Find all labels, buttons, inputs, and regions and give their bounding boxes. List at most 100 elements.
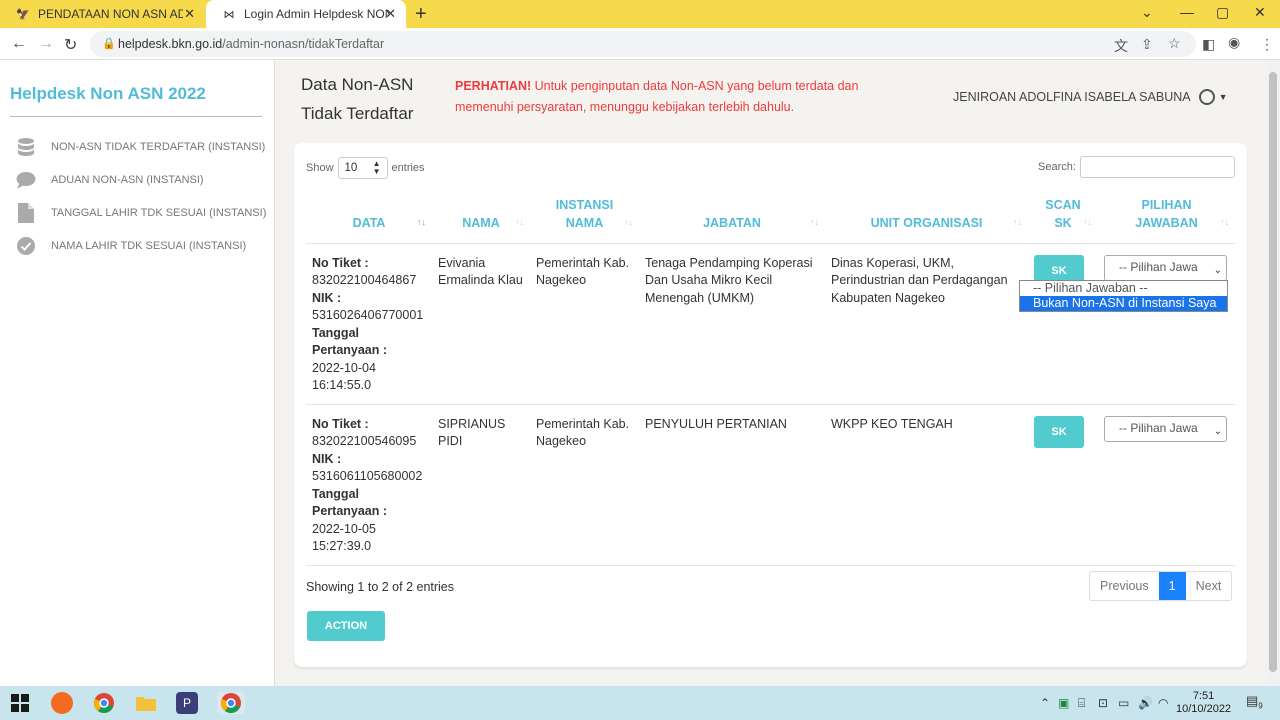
garuda-favicon-icon: 🦅 [16,8,30,21]
battery-icon[interactable]: ▭ [1118,696,1129,710]
column-header-pilihan[interactable]: PILIHAN JAWABAN ↑↓ [1098,193,1235,244]
tray-chevron-up-icon[interactable]: ⌃ [1040,696,1050,710]
scrollbar-thumb[interactable] [1269,72,1277,672]
maximize-icon[interactable]: ▢ [1216,4,1229,21]
divider [10,116,262,117]
close-window-icon[interactable]: ✕ [1254,4,1266,21]
translate-icon[interactable]: 文 [1114,36,1128,56]
sidepanel-icon[interactable]: ◧ [1202,36,1215,53]
tanggal-time: 16:14:55.0 [312,378,372,392]
database-icon [16,137,36,157]
cell-unit: Dinas Koperasi, UKM, Perindustrian dan P… [825,243,1028,405]
cell-data: No Tiket : 832022100546095 NIK : 5316061… [306,404,432,566]
chrome-icon[interactable] [93,692,115,714]
minimize-icon[interactable]: — [1180,4,1194,20]
chevron-down-icon: ⌄ [1213,425,1222,437]
previous-page-button[interactable]: Previous [1090,572,1159,600]
tray-device-icon[interactable]: ⌸ [1078,696,1085,711]
share-icon[interactable]: ⇪ [1141,36,1153,53]
sidebar-item-nama-lahir[interactable]: NAMA LAHIR TDK SESUAI (INSTANSI) [16,236,246,256]
firefox-icon[interactable] [51,692,73,714]
pilihan-jawaban-select[interactable]: -- Pilihan Jawa ⌄ [1104,254,1227,281]
pilihan-jawaban-select[interactable]: -- Pilihan Jawa ⌄ [1104,415,1227,442]
column-header-data[interactable]: DATA ↑↓ [306,193,432,244]
nik-value: 5316061105680002 [312,469,423,483]
tab-title: PENDATAAN NON ASN ADMIN [38,7,183,21]
clock[interactable]: 7:51 10/10/2022 [1176,690,1231,716]
menu-kebab-icon[interactable]: ⋮ [1260,36,1274,53]
next-page-button[interactable]: Next [1186,572,1232,600]
page-title-line1: Data Non-ASN [301,75,414,94]
column-header-jabatan[interactable]: JABATAN ↑↓ [639,193,825,244]
action-button[interactable]: ACTION [307,611,385,641]
file-explorer-icon[interactable] [135,692,157,714]
notification-icon[interactable]: ▤9 [1246,693,1263,711]
column-header-instansi[interactable]: INSTANSI NAMA ↑↓ [530,193,639,244]
url-field[interactable]: 🔒 helpdesk.bkn.go.id/admin-nonasn/tidakT… [90,31,1196,57]
wifi-icon[interactable]: ◠ [1158,696,1168,710]
tanggal-label: Tanggal [312,486,359,501]
tanggal-date: 2022-10-04 [312,360,376,375]
tab-pendataan[interactable]: 🦅 PENDATAAN NON ASN ADMIN ✕ [0,0,205,28]
entries-value: 10 [344,162,358,174]
back-icon[interactable]: ← [11,35,27,53]
cell-scan-sk: SK [1028,243,1098,405]
cell-instansi: Pemerintah Kab. Nagekeo [530,404,639,566]
column-header-scan-sk[interactable]: SCAN SK ↑↓ [1028,193,1098,244]
tray-app-icon[interactable]: ▣ [1058,696,1069,710]
column-header-unit[interactable]: UNIT ORGANISASI ↑↓ [825,193,1028,244]
cell-nama: Evivania Ermalinda Klau [432,243,530,405]
windows-start-icon[interactable] [9,692,31,714]
page-scrollbar[interactable] [1266,60,1280,686]
sk-button[interactable]: SK [1034,415,1084,448]
sidebar-item-non-asn-tidak-terdaftar[interactable]: NON-ASN TIDAK TERDAFTAR (INSTANSI) [16,137,265,157]
brand-title[interactable]: Helpdesk Non ASN 2022 [10,84,206,104]
forward-icon[interactable]: → [38,35,54,53]
table-row: No Tiket : 832022100464867 NIK : 5316026… [306,243,1235,405]
sidebar-item-label: ADUAN NON-ASN (INSTANSI) [51,174,204,186]
tray-network-icon[interactable]: ⊡ [1098,696,1108,710]
dropdown-option[interactable]: -- Pilihan Jawaban -- [1020,281,1227,296]
notice-label: PERHATIAN! [455,79,532,93]
close-tab-icon[interactable]: ✕ [385,6,396,22]
volume-icon[interactable]: 🔊 [1138,696,1153,710]
show-label: Show [306,162,334,174]
sort-icon: ↑↓ [1083,216,1092,227]
notification-count: 9 [1258,701,1263,711]
page-1-button[interactable]: 1 [1158,572,1186,600]
user-menu[interactable]: JENIROAN ADOLFINA ISABELA SABUNA ▼ [953,89,1228,105]
column-header-nama[interactable]: NAMA ↑↓ [432,193,530,244]
cell-jabatan: Tenaga Pendamping Koperasi Dan Usaha Mik… [639,243,825,405]
bookmark-star-icon[interactable]: ☆ [1168,35,1181,52]
sort-icon: ↑↓ [1220,216,1229,227]
updown-icon: ▲ ▼ [372,159,381,176]
column-label: NAMA [462,215,500,230]
entries-select[interactable]: 10 ▲ ▼ [337,157,388,179]
tab-login-admin[interactable]: ⋈ Login Admin Helpdesk NON ASN ✕ [206,0,406,28]
user-avatar-icon [1198,89,1215,105]
tanggal-date: 2022-10-05 [312,521,376,536]
pinned-app-icon[interactable]: P [176,692,198,714]
select-value: -- Pilihan Jawa [1119,420,1198,435]
profile-icon[interactable]: ◉ [1228,34,1240,51]
sidebar: Helpdesk Non ASN 2022 NON-ASN TIDAK TERD… [0,60,275,686]
column-label: JABATAN [703,215,761,230]
reload-icon[interactable]: ↻ [64,35,77,55]
sidebar-item-tanggal-lahir[interactable]: TANGGAL LAHIR TDK SESUAI (INSTANSI) [16,203,266,223]
entries-length-control: Show 10 ▲ ▼ entries [306,157,425,179]
chrome-active-icon[interactable] [217,692,245,714]
notice-text: PERHATIAN! Untuk penginputan data Non-AS… [455,76,915,118]
tab-search-icon[interactable]: ⌄ [1141,4,1153,21]
dropdown-option-highlighted[interactable]: Bukan Non-ASN di Instansi Saya [1020,296,1227,311]
search-input[interactable] [1080,156,1235,178]
sidebar-item-label: NON-ASN TIDAK TERDAFTAR (INSTANSI) [51,141,266,153]
lock-icon: 🔒 [102,38,116,50]
sidebar-item-aduan[interactable]: ADUAN NON-ASN (INSTANSI) [16,170,204,190]
no-tiket-value: 832022100546095 [312,434,417,448]
cell-scan-sk: SK [1028,404,1098,566]
url-text: helpdesk.bkn.go.id/admin-nonasn/tidakTer… [118,37,384,51]
cell-jabatan: PENYULUH PERTANIAN [639,404,825,566]
close-tab-icon[interactable]: ✕ [184,6,195,22]
sort-asc-icon: ↑↓ [417,216,426,227]
new-tab-icon[interactable]: + [415,4,427,24]
